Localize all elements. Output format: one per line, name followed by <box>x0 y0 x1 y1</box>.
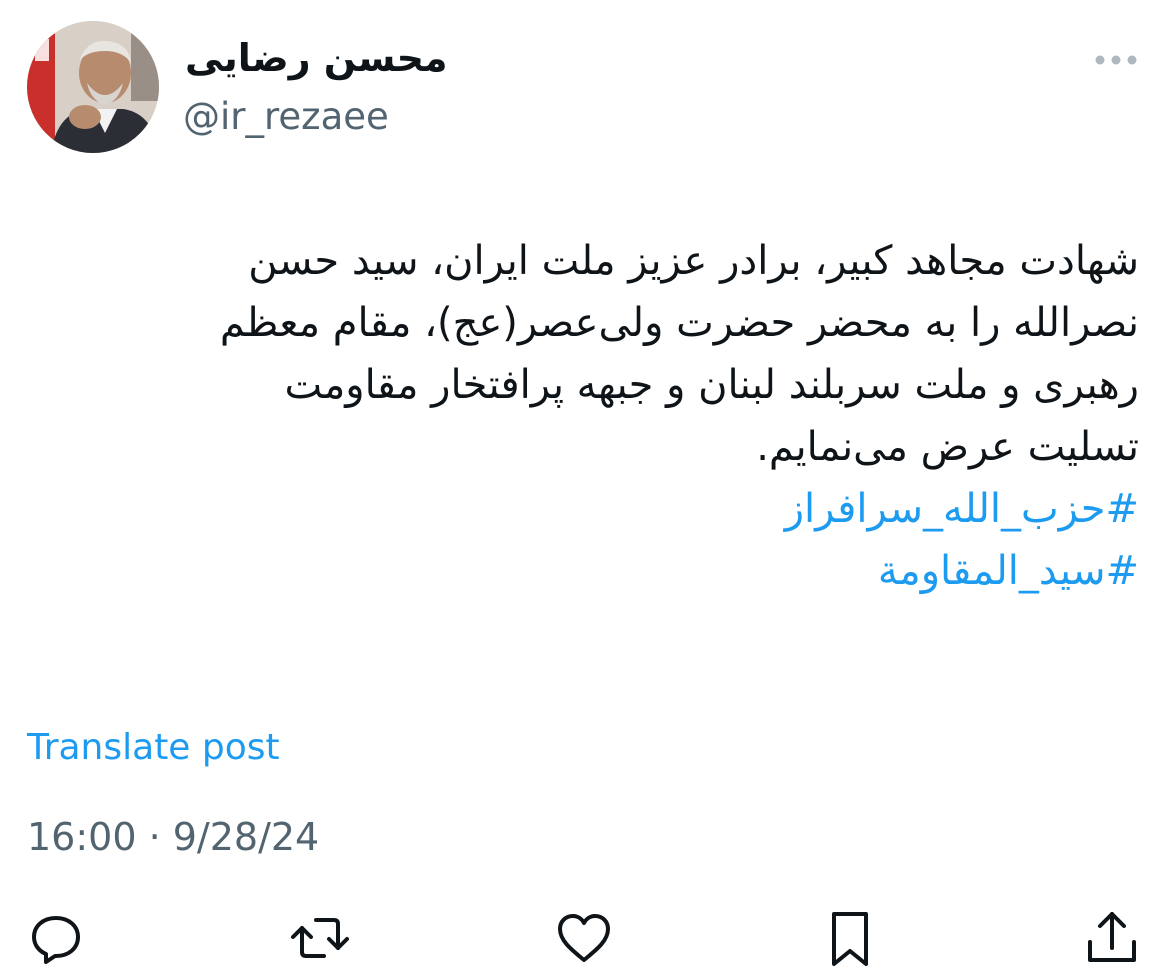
share-icon <box>1088 912 1136 962</box>
translate-post-link[interactable]: Translate post <box>27 727 280 768</box>
avatar[interactable] <box>27 21 159 153</box>
tweet-line: تسلیت عرض می‌نمایم. <box>756 424 1139 470</box>
heart-icon <box>558 914 610 962</box>
repost-icon <box>291 918 349 958</box>
avatar-photo <box>27 21 159 153</box>
tweet-text: شهادت مجاهد کبیر، برادر عزیز ملت ایران، … <box>39 230 1139 602</box>
more-options-button[interactable] <box>1090 48 1142 72</box>
tweet-line: رهبری و ملت سربلند لبنان و جبهه پرافتخار… <box>284 362 1139 408</box>
like-button[interactable] <box>554 908 614 968</box>
reply-button[interactable] <box>26 908 86 968</box>
repost-button[interactable] <box>290 908 350 968</box>
hashtag-link[interactable]: #حزب_الله_سرافراز <box>785 486 1139 532</box>
bookmark-button[interactable] <box>820 908 880 968</box>
more-icon <box>1095 55 1137 65</box>
post-timestamp[interactable]: 16:00 · 9/28/24 <box>27 815 319 859</box>
reply-icon <box>32 916 80 964</box>
bookmark-icon <box>832 912 868 966</box>
share-button[interactable] <box>1082 908 1142 968</box>
tweet-line: نصرالله را به محضر حضرت ولی‌عصر(عج)، مقا… <box>219 300 1139 346</box>
hashtag-link[interactable]: #سید_المقاومة <box>878 548 1139 594</box>
tweet-line: شهادت مجاهد کبیر، برادر عزیز ملت ایران، … <box>248 238 1139 284</box>
author-display-name[interactable]: محسن رضایی <box>185 36 448 80</box>
author-handle[interactable]: @ir_rezaee <box>183 95 389 138</box>
